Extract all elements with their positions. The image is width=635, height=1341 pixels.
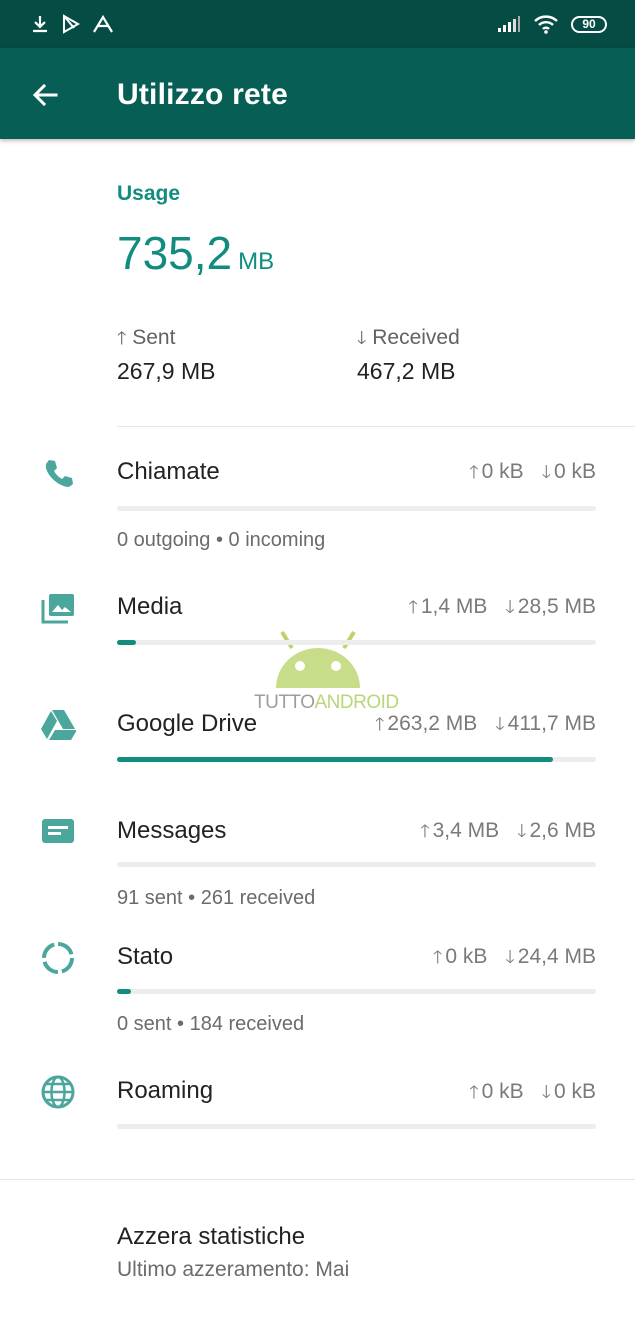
usage-bar: [117, 640, 596, 645]
row-name: Roaming: [117, 1077, 214, 1104]
divider: [0, 1179, 635, 1180]
usage-bar-fill: [117, 757, 553, 762]
total-value: 735,2: [117, 227, 233, 279]
watermark-text: TUTTOANDROID: [254, 692, 399, 714]
row-sent: 0 kB: [481, 1080, 524, 1103]
divider: [117, 426, 635, 427]
row-name: Google Drive: [117, 710, 258, 737]
row-name: Chiamate: [117, 458, 220, 485]
received-label: 🡓 Received: [357, 326, 460, 356]
watermark-part1: TUTTO: [254, 692, 315, 713]
row-subtitle: 0 sent • 184 received: [117, 1013, 305, 1035]
usage-bar: [117, 506, 596, 511]
download-icon: [33, 16, 47, 33]
row-subtitle: 91 sent • 261 received: [117, 887, 316, 909]
row-sent: 263,2 MB: [387, 712, 478, 735]
arrow-up-icon: 🡑: [375, 714, 385, 734]
sent-label-text: Sent: [132, 326, 176, 349]
arrow-down-icon: 🡓: [505, 947, 515, 967]
sent-value: 267,9 MB: [117, 358, 216, 384]
signal-icon: [498, 16, 520, 32]
app-icon: [93, 14, 113, 33]
arrow-down-icon: 🡓: [517, 821, 527, 841]
globe-icon: [41, 1075, 75, 1109]
row-received: 24,4 MB: [517, 945, 596, 968]
row-received: 0 kB: [553, 1080, 596, 1103]
row-received: 0 kB: [553, 460, 596, 483]
arrow-back-icon[interactable]: [30, 80, 60, 110]
page-title: Utilizzo rete: [117, 78, 288, 111]
row-sent: 0 kB: [445, 945, 488, 968]
arrow-down-icon: 🡓: [495, 714, 505, 734]
row-name: Messages: [117, 817, 227, 844]
row-stats: 🡑 1,4 MB 🡓 28,5 MB: [409, 595, 597, 625]
usage-bar-fill: [117, 989, 132, 994]
sent-label: 🡑 Sent: [117, 326, 175, 356]
reset-title: Azzera statistiche: [117, 1223, 306, 1250]
total-usage: 735,2 MB: [117, 226, 274, 280]
usage-bar: [117, 1124, 596, 1129]
received-label-text: Received: [372, 326, 460, 349]
usage-bar: [117, 757, 596, 762]
reset-subtitle: Ultimo azzeramento: Mai: [117, 1258, 350, 1281]
status-bar: 90: [0, 0, 635, 48]
play-store-icon: [63, 14, 80, 34]
arrow-up-icon: 🡑: [469, 1082, 479, 1102]
status-ring-icon: [42, 942, 74, 974]
row-received: 28,5 MB: [517, 595, 596, 618]
arrow-down-icon: 🡓: [505, 597, 515, 617]
arrow-down-icon: 🡓: [541, 462, 551, 482]
arrow-up-icon: 🡑: [469, 462, 479, 482]
battery-level: 90: [582, 17, 596, 31]
row-stats: 🡑 3,4 MB 🡓 2,6 MB: [420, 819, 596, 849]
row-stats: 🡑 0 kB 🡓 0 kB: [469, 1080, 596, 1110]
arrow-up-icon: 🡑: [117, 328, 127, 348]
row-received: 411,7 MB: [507, 712, 596, 735]
phone-icon: [45, 460, 73, 487]
row-sent: 0 kB: [481, 460, 524, 483]
row-stats: 🡑 0 kB 🡓 24,4 MB: [433, 945, 596, 975]
total-unit: MB: [238, 248, 275, 275]
row-sent: 1,4 MB: [420, 595, 488, 618]
row-stats: 🡑 0 kB 🡓 0 kB: [469, 460, 596, 490]
usage-label: Usage: [117, 182, 181, 205]
received-value: 467,2 MB: [357, 358, 456, 384]
arrow-down-icon: 🡓: [541, 1082, 551, 1102]
arrow-up-icon: 🡑: [433, 947, 443, 967]
row-received: 2,6 MB: [529, 819, 596, 842]
google-drive-icon: [41, 710, 76, 740]
usage-bar: [117, 862, 596, 867]
wifi-icon: [534, 15, 558, 34]
usage-bar-fill: [117, 640, 137, 645]
photo-library-icon: [41, 594, 74, 624]
app-bar: Utilizzo rete: [0, 48, 635, 139]
row-stats: 🡑 263,2 MB 🡓 411,7 MB: [375, 712, 596, 742]
message-icon: [42, 819, 74, 843]
arrow-up-icon: 🡑: [420, 821, 430, 841]
battery-icon: 90: [571, 15, 607, 33]
usage-bar: [117, 989, 596, 994]
row-sent: 3,4 MB: [432, 819, 500, 842]
arrow-up-icon: 🡑: [408, 597, 418, 617]
row-subtitle: 0 outgoing • 0 incoming: [117, 529, 326, 551]
row-name: Media: [117, 593, 183, 620]
row-name: Stato: [117, 943, 174, 970]
arrow-down-icon: 🡓: [357, 328, 367, 348]
watermark-part2: ANDROID: [314, 692, 399, 713]
